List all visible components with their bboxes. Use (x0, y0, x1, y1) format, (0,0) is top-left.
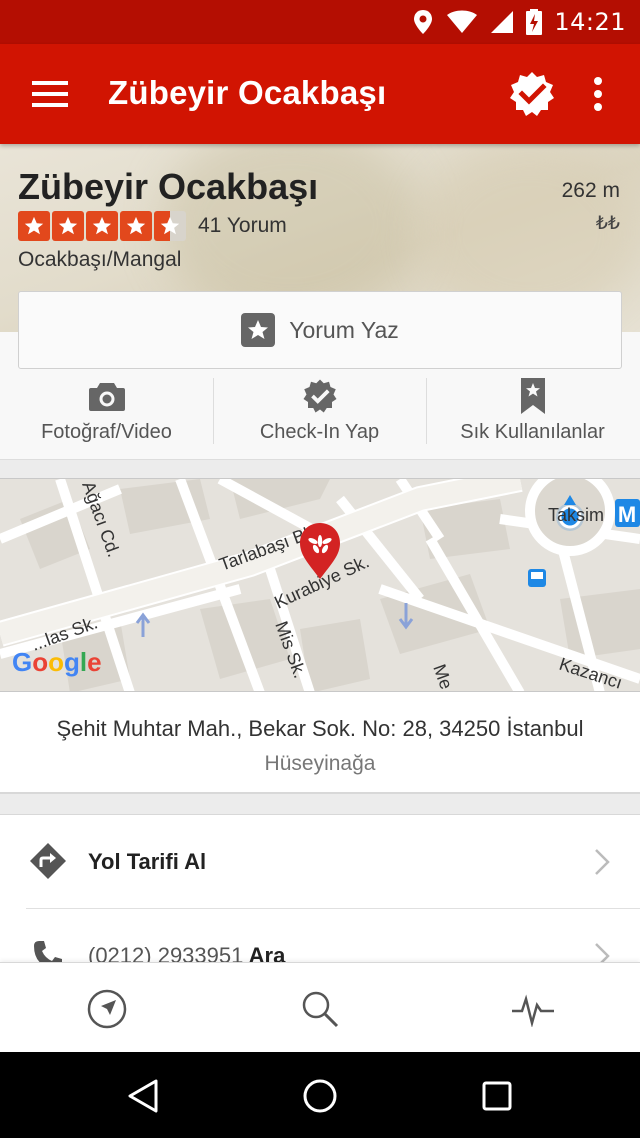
location-icon (414, 10, 433, 34)
directions-label: Yol Tarifi Al (88, 849, 207, 874)
neighborhood: Hüseyinağa (264, 752, 376, 775)
nearby-compass-icon (87, 989, 127, 1029)
star-box-icon (241, 313, 276, 347)
metro-label: M (618, 502, 636, 527)
write-review-label: Yorum Yaz (289, 316, 399, 343)
check-in-label: Check-In Yap (259, 421, 380, 443)
map-poi-label: Taksim (548, 505, 604, 525)
wifi-icon (447, 10, 478, 33)
bottom-tab-bar (0, 962, 640, 1052)
camera-icon (88, 383, 125, 411)
app-bar-title: Zübeyir Ocakbaşı (108, 74, 387, 111)
signal-icon (491, 11, 514, 33)
location-map[interactable]: M Tarlabaşı Blv Kurabiye Sk. Mis Sk. Ağa… (0, 478, 640, 692)
check-badge-icon (303, 379, 336, 413)
recents-icon (482, 1081, 512, 1111)
home-icon (303, 1079, 337, 1113)
back-button[interactable] (123, 1076, 163, 1116)
star-icon (18, 211, 50, 241)
check-in-button[interactable]: Check-In Yap (213, 378, 426, 448)
photo-video-button[interactable]: Fotoğraf/Video (0, 378, 213, 448)
write-review-button[interactable]: Yorum Yaz (18, 291, 622, 369)
address-line: Şehit Muhtar Mah., Bekar Sok. No: 28, 34… (56, 716, 584, 741)
bookmark-star-icon (520, 378, 545, 414)
status-bar: 14:21 (0, 0, 640, 44)
info-list: Yol Tarifi Al (0212) 2933951 Ara (0, 814, 640, 962)
business-name: Zübeyir Ocakbaşı (18, 166, 319, 207)
phone-icon (34, 941, 62, 962)
call-action-label: Ara (248, 943, 286, 962)
battery-charging-icon (526, 9, 543, 35)
menu-icon[interactable] (30, 79, 70, 109)
search-icon (302, 991, 339, 1028)
address-block[interactable]: Şehit Muhtar Mah., Bekar Sok. No: 28, 34… (0, 692, 640, 794)
bookmark-button[interactable]: Sık Kullanılanlar (426, 378, 639, 448)
app-bar: Zübeyir Ocakbaşı (0, 44, 640, 144)
distance: 262 m (561, 179, 620, 202)
rating-stars (18, 211, 186, 241)
home-button[interactable] (300, 1076, 340, 1116)
tab-activity[interactable] (511, 987, 555, 1031)
half-star-icon (154, 211, 186, 241)
recents-button[interactable] (477, 1076, 517, 1116)
more-vert-icon[interactable] (584, 74, 612, 114)
status-icons: 14:21 (412, 8, 626, 36)
phone-number: (0212) 2933951 (88, 943, 244, 962)
star-icon (120, 211, 152, 241)
directions-row[interactable]: Yol Tarifi Al (0, 815, 640, 909)
map-canvas: M Tarlabaşı Blv Kurabiye Sk. Mis Sk. Ağa… (0, 479, 640, 691)
bookmark-label: Sık Kullanılanlar (460, 421, 605, 443)
activity-icon (512, 994, 554, 1027)
business-category[interactable]: Ocakbaşı/Mangal (18, 248, 181, 272)
photo-video-label: Fotoğraf/Video (41, 421, 172, 443)
price-range: ₺₺ (595, 213, 620, 234)
review-count[interactable]: 41 Yorum (198, 214, 287, 238)
call-label: (0212) 2933951 Ara (88, 943, 285, 962)
back-icon (128, 1079, 158, 1113)
chevron-right-icon (595, 849, 610, 875)
status-time: 14:21 (554, 8, 626, 36)
google-logo: Google (12, 647, 102, 677)
tab-nearby[interactable] (85, 987, 129, 1031)
call-row[interactable]: (0212) 2933951 Ara (0, 909, 640, 962)
system-nav-bar (0, 1052, 640, 1138)
star-icon (86, 211, 118, 241)
tab-search[interactable] (298, 987, 342, 1031)
chevron-right-icon (595, 943, 610, 962)
verified-badge-icon[interactable] (508, 70, 556, 118)
directions-icon (30, 843, 66, 879)
star-icon (52, 211, 84, 241)
